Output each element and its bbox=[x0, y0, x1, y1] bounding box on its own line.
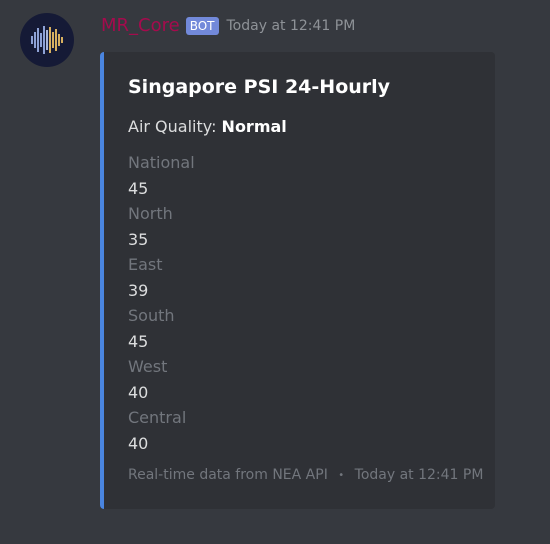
field-name-east: East bbox=[128, 255, 163, 274]
username[interactable]: MR_Core bbox=[101, 13, 180, 39]
field-name-national: National bbox=[128, 153, 195, 172]
bot-avatar[interactable] bbox=[20, 13, 74, 67]
field-value-national: 45 bbox=[128, 178, 149, 198]
footer-text: Real-time data from NEA API bbox=[128, 467, 328, 483]
field-name-west: West bbox=[128, 357, 168, 376]
message-embed: Singapore PSI 24-Hourly Air Quality: Nor… bbox=[100, 52, 495, 509]
field-value-central: 40 bbox=[128, 433, 149, 453]
message-header: MR_Core BOT Today at 12:41 PM bbox=[101, 13, 355, 39]
embed-footer: Real-time data from NEA API • Today at 1… bbox=[128, 467, 483, 483]
footer-timestamp: Today at 12:41 PM bbox=[354, 467, 484, 483]
field-name-south: South bbox=[128, 306, 175, 325]
bot-badge: BOT bbox=[185, 17, 219, 35]
field-value-east: 39 bbox=[128, 280, 149, 300]
embed-title: Singapore PSI 24-Hourly bbox=[128, 76, 391, 98]
field-name-central: Central bbox=[128, 408, 187, 427]
air-quality-value: Normal bbox=[221, 117, 287, 136]
embed-description: Air Quality: Normal bbox=[128, 117, 287, 136]
air-quality-label: Air Quality: bbox=[128, 117, 217, 136]
embed-fields: National 45 North 35 East 39 South 45 We… bbox=[128, 150, 195, 456]
field-value-west: 40 bbox=[128, 382, 149, 402]
field-value-south: 45 bbox=[128, 331, 149, 351]
message-timestamp: Today at 12:41 PM bbox=[226, 18, 356, 34]
field-value-north: 35 bbox=[128, 229, 149, 249]
footer-separator: • bbox=[338, 470, 345, 481]
audio-waveform-icon bbox=[31, 26, 63, 54]
field-name-north: North bbox=[128, 204, 173, 223]
